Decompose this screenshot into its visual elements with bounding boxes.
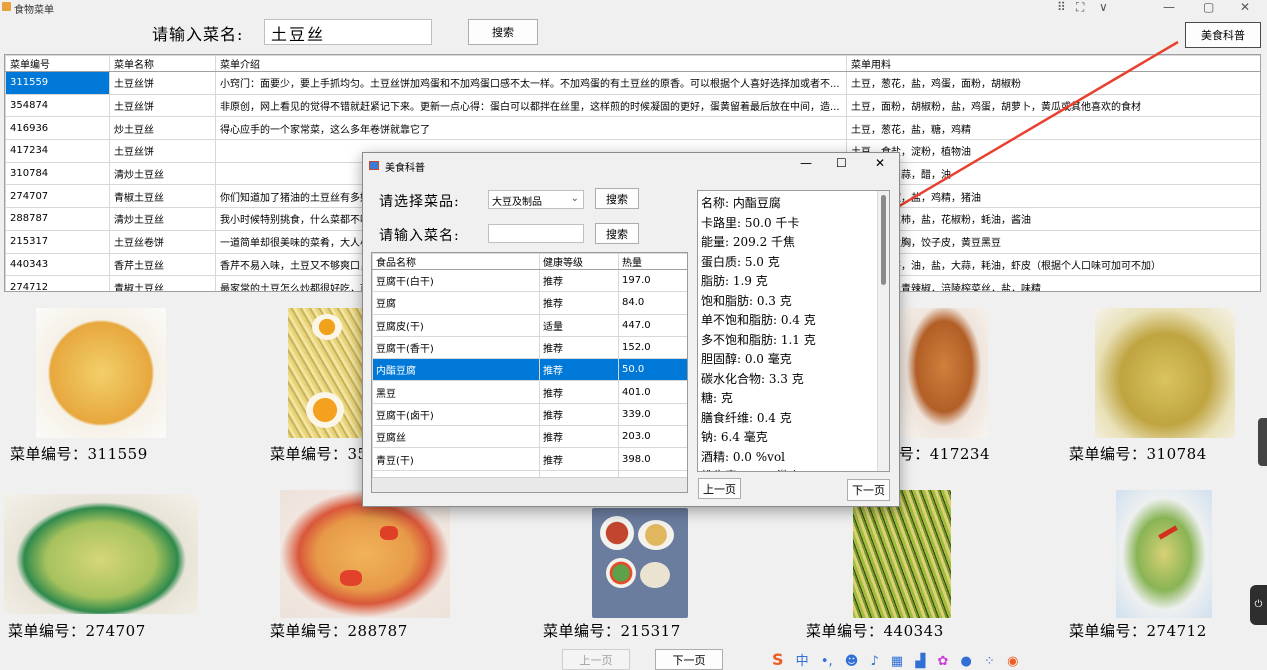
- dialog-minimize-button[interactable]: —: [800, 156, 812, 170]
- food-list-row[interactable]: 豆腐干(白干) 推荐 197.0: [372, 268, 687, 293]
- column-header-food-name[interactable]: 食品名称: [372, 253, 540, 270]
- cell-calories[interactable]: 447.0: [618, 313, 687, 337]
- vertical-scrollbar[interactable]: [877, 191, 889, 471]
- nutrition-line: 能量: 209.2 千焦: [701, 235, 796, 249]
- cell-food-name[interactable]: 青豆(干): [372, 447, 540, 471]
- gourmet-science-dialog[interactable]: 美食科普 — ☐ ✕ 请选择菜品: 大豆及制品 ⌄ 搜索 请输入菜名: 搜索 食…: [362, 152, 900, 507]
- cell-health-level[interactable]: 推荐: [539, 380, 619, 404]
- cell-health-level[interactable]: 推荐: [539, 447, 619, 471]
- cell-calories[interactable]: 401.0: [618, 380, 687, 404]
- food-list-row[interactable]: 黑豆 推荐 401.0: [372, 380, 687, 404]
- food-list-row[interactable]: 豆腐皮(干) 适量 447.0: [372, 313, 687, 337]
- cell-calories[interactable]: 152.0: [618, 335, 687, 360]
- nutrition-line: 碳水化合物: 3.3 克: [701, 371, 804, 386]
- food-list-row[interactable]: 豆腐干(卤干) 推荐 339.0: [372, 402, 687, 427]
- cell-health-level[interactable]: 推荐: [539, 335, 619, 360]
- cell-calories[interactable]: 84.0: [618, 291, 687, 315]
- cell-health-level[interactable]: 适量: [539, 313, 619, 337]
- scrollbar-thumb[interactable]: [881, 195, 886, 285]
- nutrition-line: 单不饱和脂肪: 0.4 克: [701, 313, 816, 327]
- nutrition-line: 维生素A: 0.0 微克RAE: [698, 467, 889, 471]
- cell-food-name[interactable]: 豆腐丝: [372, 425, 540, 449]
- cell-food-name[interactable]: 豆腐皮(干): [372, 313, 540, 337]
- food-name-label: 请输入菜名:: [379, 228, 460, 244]
- nutrition-line: 脂肪: 1.9 克: [701, 274, 768, 288]
- nutrition-line: 名称: 内酯豆腐: [701, 196, 781, 210]
- food-name-input[interactable]: [488, 224, 584, 243]
- category-select[interactable]: 大豆及制品 ⌄: [488, 190, 584, 209]
- food-search-button[interactable]: 搜索: [595, 223, 639, 244]
- cell-calories[interactable]: 197.0: [618, 268, 687, 293]
- nutrition-line: 蛋白质: 5.0 克: [701, 254, 780, 269]
- nutrition-line: 糖: 克: [701, 391, 733, 405]
- cell-food-name[interactable]: 豆腐干(香干): [372, 335, 540, 360]
- food-list-row[interactable]: 内酯豆腐 推荐 50.0: [372, 358, 687, 382]
- nutrition-panel: 名称: 内酯豆腐卡路里: 50.0 千卡 能量: 209.2 千焦 蛋白质: 5.0…: [697, 190, 890, 472]
- cell-food-name[interactable]: 豆腐干(白干): [372, 268, 540, 293]
- cell-calories[interactable]: 50.0: [618, 358, 687, 382]
- nutrition-line: 胆固醇: 0.0 毫克: [701, 352, 792, 366]
- cell-health-level[interactable]: 推荐: [539, 291, 619, 315]
- cell-health-level[interactable]: 推荐: [539, 425, 619, 449]
- food-list-row[interactable]: 豆腐 推荐 84.0: [372, 291, 687, 315]
- cell-calories[interactable]: 203.0: [618, 425, 687, 449]
- nutrition-line: 钠: 6.4 毫克: [701, 430, 768, 444]
- nutrition-line: 多不饱和脂肪: 1.1 克: [701, 332, 816, 347]
- cell-food-name[interactable]: 豆腐干(卤干): [372, 402, 540, 427]
- nutrition-line: 卡路里: 50.0 千卡: [701, 215, 800, 230]
- table-header-row: 食品名称 健康等级 热量: [372, 253, 687, 270]
- chevron-down-icon: ⌄: [570, 193, 579, 204]
- dialog-title: 美食科普: [385, 163, 425, 174]
- dialog-next-page-button[interactable]: 下一页: [847, 479, 890, 501]
- category-label: 请选择菜品:: [379, 194, 460, 210]
- food-list-table[interactable]: 食品名称 健康等级 热量 豆腐干(白干) 推荐 197.0 豆腐 推荐 84.0 豆腐皮(干…: [371, 252, 688, 493]
- cell-calories[interactable]: 339.0: [618, 402, 687, 427]
- nutrition-line: 饱和脂肪: 0.3 克: [701, 293, 792, 308]
- column-header-calories[interactable]: 热量: [618, 253, 687, 270]
- column-header-health-level[interactable]: 健康等级: [539, 253, 619, 270]
- dialog-app-icon: [369, 161, 379, 170]
- cell-food-name[interactable]: 黑豆: [372, 380, 540, 404]
- dialog-close-button[interactable]: ✕: [875, 156, 885, 170]
- food-list-row[interactable]: 豆腐干(香干) 推荐 152.0: [372, 335, 687, 360]
- food-list-row[interactable]: 青豆(干) 推荐 398.0: [372, 447, 687, 471]
- cell-food-name[interactable]: 豆腐: [372, 291, 540, 315]
- cell-health-level[interactable]: 推荐: [539, 268, 619, 293]
- horizontal-scrollbar[interactable]: [372, 477, 687, 492]
- nutrition-line: 膳食纤维: 0.4 克: [701, 410, 792, 425]
- cell-health-level[interactable]: 推荐: [539, 402, 619, 427]
- cell-food-name[interactable]: 内酯豆腐: [372, 358, 540, 382]
- nutrition-line: 酒精: 0.0 %vol: [701, 449, 786, 464]
- cell-health-level[interactable]: 推荐: [539, 358, 619, 382]
- dialog-maximize-button[interactable]: ☐: [836, 156, 847, 170]
- food-list-row[interactable]: 豆腐丝 推荐 203.0: [372, 425, 687, 449]
- dialog-prev-page-button[interactable]: 上一页: [698, 478, 741, 499]
- category-select-value: 大豆及制品: [492, 197, 542, 208]
- cell-calories[interactable]: 398.0: [618, 447, 687, 471]
- category-search-button[interactable]: 搜索: [595, 188, 639, 209]
